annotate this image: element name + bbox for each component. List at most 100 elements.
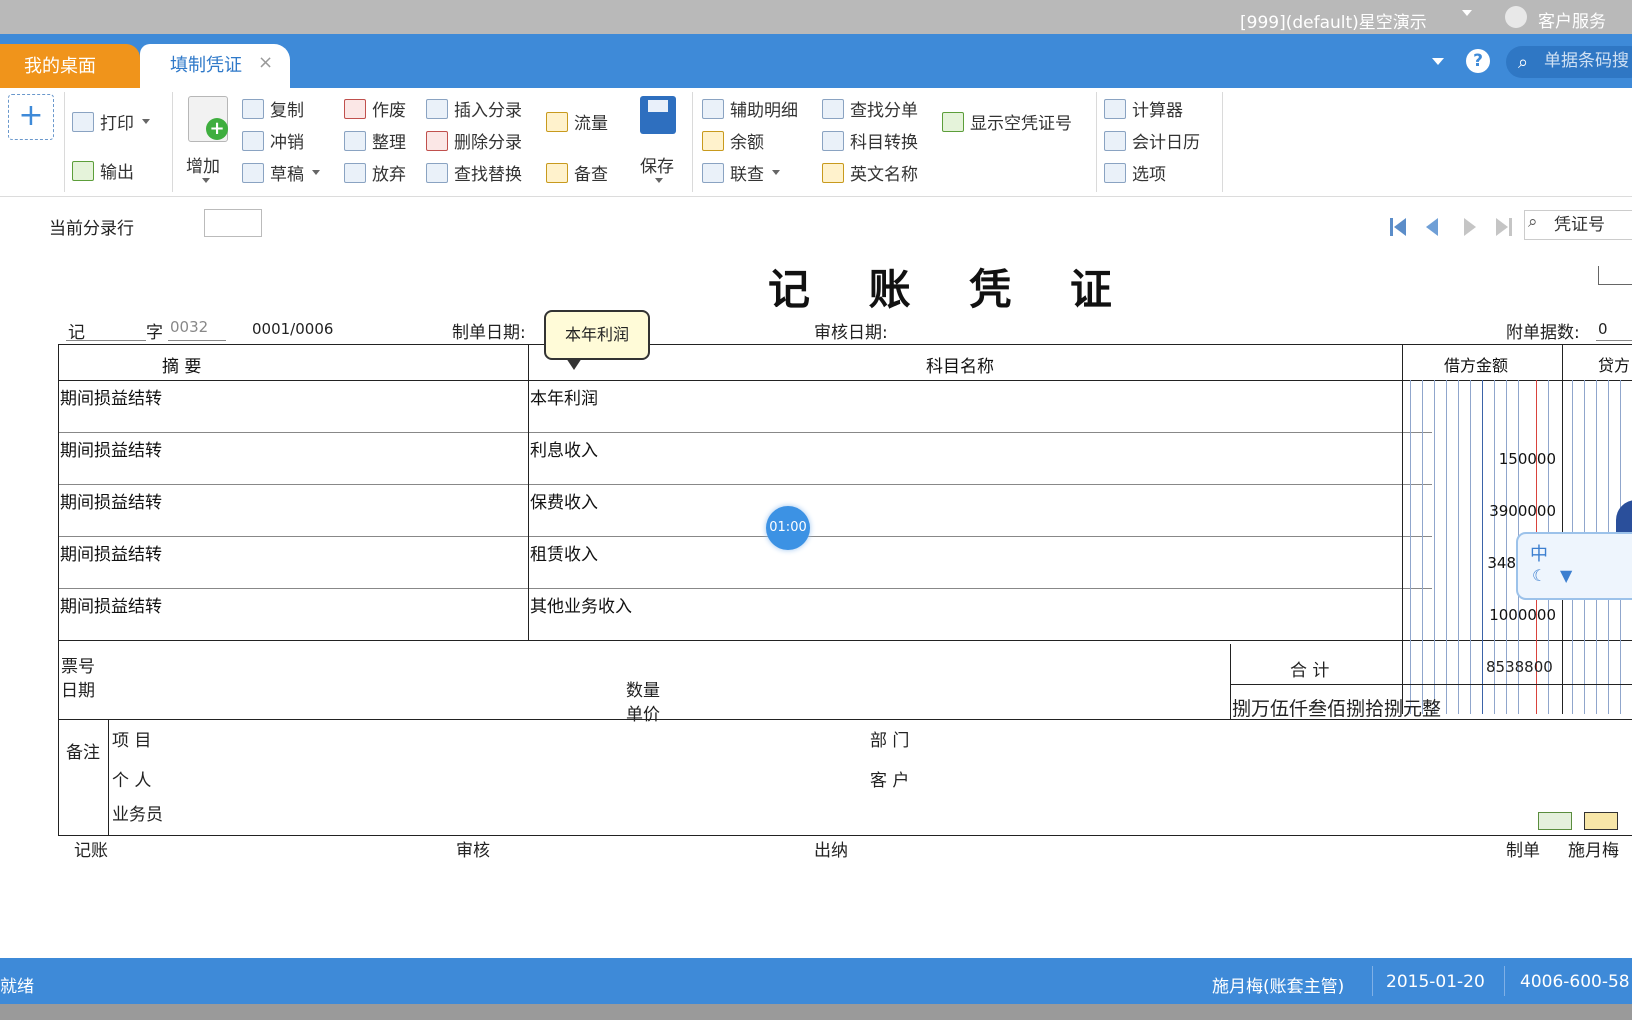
- tab-label[interactable]: 我的桌面: [24, 52, 96, 78]
- tidy-icon: [344, 130, 366, 151]
- linked-query-button[interactable]: 联查: [702, 160, 780, 185]
- last-record-icon[interactable]: [1496, 218, 1508, 236]
- chevron-down-icon[interactable]: [142, 119, 150, 124]
- cash-flow-button[interactable]: 流量: [546, 109, 608, 134]
- copy-button[interactable]: 复制: [242, 96, 304, 121]
- row-account[interactable]: 租赁收入: [530, 540, 598, 565]
- row-summary[interactable]: 期间损益结转: [60, 436, 162, 461]
- search-icon[interactable]: ⌕: [1518, 52, 1528, 73]
- chevron-down-icon[interactable]: [772, 170, 780, 175]
- account-selector[interactable]: [999](default)星空演示: [1240, 8, 1427, 33]
- balance-button[interactable]: 余额: [702, 128, 764, 153]
- chevron-down-icon[interactable]: [1462, 10, 1472, 16]
- reference-button[interactable]: 备查: [546, 160, 608, 185]
- draft-button[interactable]: 草稿: [242, 160, 320, 185]
- save-icon[interactable]: [640, 96, 676, 134]
- save-button-label[interactable]: 保存: [640, 152, 674, 177]
- print-label: 打印: [100, 114, 134, 134]
- row-summary[interactable]: 期间损益结转: [60, 540, 162, 565]
- customer-service-link[interactable]: 客户服务: [1538, 7, 1606, 32]
- row-account[interactable]: 利息收入: [530, 436, 598, 461]
- search-icon[interactable]: ⌕: [1528, 212, 1538, 232]
- skin-icon[interactable]: ▼: [1560, 566, 1572, 585]
- chevron-down-icon[interactable]: [655, 178, 663, 183]
- attachments-label: 附单据数:: [1506, 323, 1580, 343]
- linked-query-icon: [702, 162, 724, 183]
- abandon-label: 放弃: [372, 165, 406, 185]
- card-icon[interactable]: [1584, 812, 1618, 830]
- export-button[interactable]: 输出: [72, 158, 134, 183]
- fiscal-calendar-button[interactable]: 会计日历: [1104, 128, 1200, 153]
- headset-icon[interactable]: [1505, 6, 1527, 28]
- grid-line: [1562, 344, 1563, 714]
- attachment-icon[interactable]: [1538, 812, 1572, 830]
- debit-header: 借方金额: [1444, 356, 1509, 375]
- voucher-no-input[interactable]: [1552, 214, 1632, 236]
- customer-label[interactable]: 客 户: [870, 766, 909, 791]
- project-label[interactable]: 项 目: [112, 726, 151, 751]
- row-debit[interactable]: 3900000: [1436, 502, 1556, 520]
- date-label: 日期: [61, 681, 95, 701]
- insert-row-icon: [426, 98, 448, 119]
- copy-label: 复制: [270, 101, 304, 121]
- abandon-button[interactable]: 放弃: [344, 160, 406, 185]
- delete-row-icon: [426, 130, 448, 151]
- account-convert-button[interactable]: 科目转换: [822, 128, 918, 153]
- last-record-bar[interactable]: [1509, 218, 1512, 236]
- english-name-button[interactable]: 英文名称: [822, 160, 918, 185]
- row-account[interactable]: 其他业务收入: [530, 592, 632, 617]
- grid-line: [58, 344, 59, 644]
- fiscal-calendar-label: 会计日历: [1132, 133, 1200, 153]
- ime-chinese-mode[interactable]: 中: [1530, 540, 1548, 566]
- moon-icon[interactable]: ☾: [1532, 566, 1546, 585]
- tidy-button[interactable]: 整理: [344, 128, 406, 153]
- grid-line: [58, 432, 1432, 433]
- first-record-icon[interactable]: [1394, 218, 1406, 236]
- maker-name: 施月梅: [1568, 841, 1619, 861]
- options-button[interactable]: 选项: [1104, 160, 1166, 185]
- first-record-bar[interactable]: [1390, 218, 1393, 236]
- row-summary[interactable]: 期间损益结转: [60, 384, 162, 409]
- add-button-label[interactable]: 增加: [186, 152, 220, 177]
- new-plus-button[interactable]: +: [8, 94, 54, 140]
- row-account[interactable]: 本年利润: [530, 384, 598, 409]
- total-label: 合 计: [1290, 661, 1330, 681]
- previous-record-icon[interactable]: [1426, 218, 1438, 236]
- void-button[interactable]: 作废: [344, 96, 406, 121]
- person-label[interactable]: 个 人: [112, 766, 151, 791]
- chevron-down-icon[interactable]: [312, 170, 320, 175]
- barcode-search-input[interactable]: [1542, 50, 1632, 72]
- department-label[interactable]: 部 门: [870, 726, 909, 751]
- calculator-button[interactable]: 计算器: [1104, 96, 1183, 121]
- next-record-icon[interactable]: [1464, 218, 1476, 236]
- print-button[interactable]: 打印: [72, 109, 150, 134]
- row-summary[interactable]: 期间损益结转: [60, 488, 162, 513]
- attachments-value[interactable]: 0: [1598, 320, 1608, 338]
- voucher-number[interactable]: 0032: [170, 318, 208, 336]
- reverse-button[interactable]: 冲销: [242, 128, 304, 153]
- digit-line: [1446, 380, 1447, 714]
- close-icon[interactable]: ×: [258, 52, 273, 73]
- row-debit[interactable]: 348: [1396, 554, 1516, 572]
- status-phone: 4006-600-58: [1520, 972, 1630, 992]
- aux-detail-button[interactable]: 辅助明细: [702, 96, 798, 121]
- insert-entry-button[interactable]: 插入分录: [426, 96, 522, 121]
- show-empty-voucher-no-button[interactable]: 显示空凭证号: [942, 109, 1072, 134]
- find-entry-button[interactable]: 查找分单: [822, 96, 918, 121]
- row-debit[interactable]: 1000000: [1436, 606, 1556, 624]
- row-account[interactable]: 保费收入: [530, 488, 598, 513]
- unit-price-label: 单价: [626, 705, 660, 725]
- tab-label[interactable]: 填制凭证: [170, 51, 242, 77]
- help-icon[interactable]: ?: [1466, 49, 1490, 73]
- find-replace-button[interactable]: 查找替换: [426, 160, 522, 185]
- convert-icon: [822, 130, 844, 151]
- voucher-no-icon: [942, 111, 964, 132]
- reference-icon: [546, 162, 568, 183]
- chevron-down-icon[interactable]: [1432, 58, 1444, 65]
- salesman-label[interactable]: 业务员: [112, 800, 163, 825]
- row-debit[interactable]: 150000: [1436, 450, 1556, 468]
- delete-entry-button[interactable]: 删除分录: [426, 128, 522, 153]
- row-summary[interactable]: 期间损益结转: [60, 592, 162, 617]
- current-entry-input[interactable]: [204, 209, 262, 237]
- chevron-down-icon[interactable]: [202, 178, 210, 183]
